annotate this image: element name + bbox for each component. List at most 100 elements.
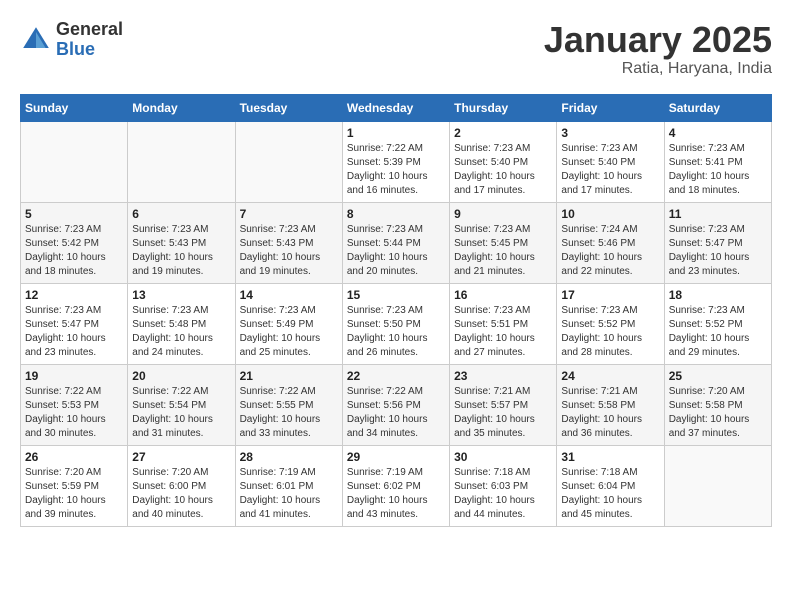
day-of-week-header: Sunday <box>21 94 128 121</box>
day-info: Sunrise: 7:22 AM Sunset: 5:53 PM Dayligh… <box>25 385 123 441</box>
logo-general-text: General <box>56 20 123 40</box>
day-info: Sunrise: 7:23 AM Sunset: 5:40 PM Dayligh… <box>561 142 659 198</box>
day-number: 6 <box>132 207 230 221</box>
calendar-cell: 29 Sunrise: 7:19 AM Sunset: 6:02 PM Dayli… <box>342 445 449 526</box>
day-info: Sunrise: 7:18 AM Sunset: 6:03 PM Dayligh… <box>454 466 552 522</box>
calendar-week-row: 26Sunrise: 7:20 AM Sunset: 5:59 PM Dayli… <box>21 445 772 526</box>
page-header: General Blue January 2025 Ratia, Haryana… <box>20 20 772 78</box>
calendar-cell: 10 Sunrise: 7:24 AM Sunset: 5:46 PM Dayli… <box>557 202 664 283</box>
calendar-cell: 25 Sunrise: 7:20 AM Sunset: 5:58 PM Dayli… <box>664 364 771 445</box>
day-number: 19 <box>25 369 123 383</box>
day-number: 16 <box>454 288 552 302</box>
calendar-cell: 13 Sunrise: 7:23 AM Sunset: 5:48 PM Dayli… <box>128 283 235 364</box>
title-block: January 2025 Ratia, Haryana, India <box>544 20 772 78</box>
day-info: Sunrise: 7:20 AM Sunset: 5:58 PM Dayligh… <box>669 385 767 441</box>
day-number: 5 <box>25 207 123 221</box>
day-number: 21 <box>240 369 338 383</box>
day-info: Sunrise: 7:23 AM Sunset: 5:52 PM Dayligh… <box>669 304 767 360</box>
calendar-cell: 1Sunrise: 7:22 AM Sunset: 5:39 PM Daylig… <box>342 121 449 202</box>
calendar-cell: 15 Sunrise: 7:23 AM Sunset: 5:50 PM Dayli… <box>342 283 449 364</box>
day-info: Sunrise: 7:22 AM Sunset: 5:39 PM Dayligh… <box>347 142 445 198</box>
logo-icon <box>20 24 52 56</box>
logo: General Blue <box>20 20 123 60</box>
day-info: Sunrise: 7:20 AM Sunset: 6:00 PM Dayligh… <box>132 466 230 522</box>
calendar-cell: 5 Sunrise: 7:23 AM Sunset: 5:42 PM Daylig… <box>21 202 128 283</box>
day-number: 28 <box>240 450 338 464</box>
day-info: Sunrise: 7:19 AM Sunset: 6:02 PM Dayligh… <box>347 466 445 522</box>
calendar-cell: 20 Sunrise: 7:22 AM Sunset: 5:54 PM Dayli… <box>128 364 235 445</box>
day-number: 27 <box>132 450 230 464</box>
day-of-week-header: Monday <box>128 94 235 121</box>
calendar-header: SundayMondayTuesdayWednesdayThursdayFrid… <box>21 94 772 121</box>
day-number: 2 <box>454 126 552 140</box>
calendar-cell <box>128 121 235 202</box>
calendar-cell: 9 Sunrise: 7:23 AM Sunset: 5:45 PM Daylig… <box>450 202 557 283</box>
day-number: 9 <box>454 207 552 221</box>
day-number: 17 <box>561 288 659 302</box>
day-number: 29 <box>347 450 445 464</box>
day-number: 18 <box>669 288 767 302</box>
day-info: Sunrise: 7:22 AM Sunset: 5:54 PM Dayligh… <box>132 385 230 441</box>
day-of-week-header: Tuesday <box>235 94 342 121</box>
day-info: Sunrise: 7:23 AM Sunset: 5:48 PM Dayligh… <box>132 304 230 360</box>
calendar-week-row: 5 Sunrise: 7:23 AM Sunset: 5:42 PM Daylig… <box>21 202 772 283</box>
calendar-cell: 17 Sunrise: 7:23 AM Sunset: 5:52 PM Dayli… <box>557 283 664 364</box>
calendar-cell: 22 Sunrise: 7:22 AM Sunset: 5:56 PM Dayli… <box>342 364 449 445</box>
calendar-table: SundayMondayTuesdayWednesdayThursdayFrid… <box>20 94 772 527</box>
header-row: SundayMondayTuesdayWednesdayThursdayFrid… <box>21 94 772 121</box>
day-number: 7 <box>240 207 338 221</box>
calendar-cell: 2 Sunrise: 7:23 AM Sunset: 5:40 PM Daylig… <box>450 121 557 202</box>
calendar-cell: 23 Sunrise: 7:21 AM Sunset: 5:57 PM Dayli… <box>450 364 557 445</box>
calendar-cell: 31 Sunrise: 7:18 AM Sunset: 6:04 PM Dayli… <box>557 445 664 526</box>
logo-blue-text: Blue <box>56 40 123 60</box>
month-title: January 2025 <box>544 20 772 60</box>
day-number: 25 <box>669 369 767 383</box>
day-number: 24 <box>561 369 659 383</box>
day-info: Sunrise: 7:24 AM Sunset: 5:46 PM Dayligh… <box>561 223 659 279</box>
day-info: Sunrise: 7:23 AM Sunset: 5:43 PM Dayligh… <box>240 223 338 279</box>
calendar-week-row: 1Sunrise: 7:22 AM Sunset: 5:39 PM Daylig… <box>21 121 772 202</box>
day-info: Sunrise: 7:23 AM Sunset: 5:44 PM Dayligh… <box>347 223 445 279</box>
day-info: Sunrise: 7:23 AM Sunset: 5:51 PM Dayligh… <box>454 304 552 360</box>
calendar-cell: 26Sunrise: 7:20 AM Sunset: 5:59 PM Dayli… <box>21 445 128 526</box>
calendar-cell <box>664 445 771 526</box>
day-of-week-header: Friday <box>557 94 664 121</box>
calendar-cell: 8 Sunrise: 7:23 AM Sunset: 5:44 PM Daylig… <box>342 202 449 283</box>
day-number: 22 <box>347 369 445 383</box>
calendar-cell <box>235 121 342 202</box>
day-info: Sunrise: 7:23 AM Sunset: 5:52 PM Dayligh… <box>561 304 659 360</box>
day-number: 20 <box>132 369 230 383</box>
day-number: 8 <box>347 207 445 221</box>
day-info: Sunrise: 7:23 AM Sunset: 5:40 PM Dayligh… <box>454 142 552 198</box>
calendar-cell: 4 Sunrise: 7:23 AM Sunset: 5:41 PM Daylig… <box>664 121 771 202</box>
day-number: 10 <box>561 207 659 221</box>
day-info: Sunrise: 7:19 AM Sunset: 6:01 PM Dayligh… <box>240 466 338 522</box>
day-info: Sunrise: 7:23 AM Sunset: 5:45 PM Dayligh… <box>454 223 552 279</box>
calendar-cell: 18 Sunrise: 7:23 AM Sunset: 5:52 PM Dayli… <box>664 283 771 364</box>
calendar-cell: 21 Sunrise: 7:22 AM Sunset: 5:55 PM Dayli… <box>235 364 342 445</box>
day-of-week-header: Thursday <box>450 94 557 121</box>
day-number: 30 <box>454 450 552 464</box>
day-number: 23 <box>454 369 552 383</box>
calendar-cell: 14Sunrise: 7:23 AM Sunset: 5:49 PM Dayli… <box>235 283 342 364</box>
day-info: Sunrise: 7:18 AM Sunset: 6:04 PM Dayligh… <box>561 466 659 522</box>
day-number: 11 <box>669 207 767 221</box>
day-info: Sunrise: 7:20 AM Sunset: 5:59 PM Dayligh… <box>25 466 123 522</box>
calendar-week-row: 12Sunrise: 7:23 AM Sunset: 5:47 PM Dayli… <box>21 283 772 364</box>
day-number: 14 <box>240 288 338 302</box>
day-number: 31 <box>561 450 659 464</box>
day-number: 13 <box>132 288 230 302</box>
day-number: 15 <box>347 288 445 302</box>
day-info: Sunrise: 7:23 AM Sunset: 5:41 PM Dayligh… <box>669 142 767 198</box>
day-number: 4 <box>669 126 767 140</box>
day-number: 3 <box>561 126 659 140</box>
calendar-cell: 16 Sunrise: 7:23 AM Sunset: 5:51 PM Dayli… <box>450 283 557 364</box>
day-info: Sunrise: 7:21 AM Sunset: 5:57 PM Dayligh… <box>454 385 552 441</box>
calendar-cell: 27 Sunrise: 7:20 AM Sunset: 6:00 PM Dayli… <box>128 445 235 526</box>
calendar-cell: 30 Sunrise: 7:18 AM Sunset: 6:03 PM Dayli… <box>450 445 557 526</box>
day-info: Sunrise: 7:23 AM Sunset: 5:42 PM Dayligh… <box>25 223 123 279</box>
day-info: Sunrise: 7:22 AM Sunset: 5:55 PM Dayligh… <box>240 385 338 441</box>
calendar-cell: 24Sunrise: 7:21 AM Sunset: 5:58 PM Dayli… <box>557 364 664 445</box>
day-info: Sunrise: 7:23 AM Sunset: 5:50 PM Dayligh… <box>347 304 445 360</box>
day-info: Sunrise: 7:22 AM Sunset: 5:56 PM Dayligh… <box>347 385 445 441</box>
